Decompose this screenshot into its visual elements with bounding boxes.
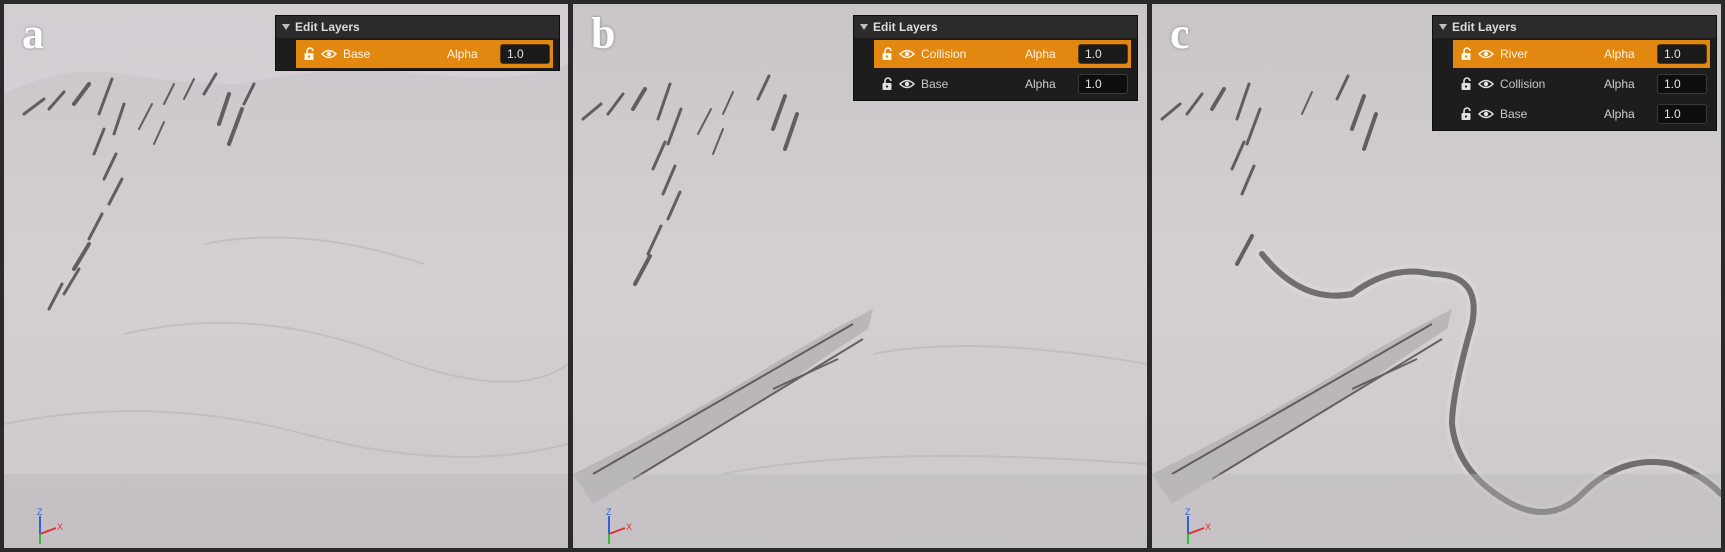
alpha-input[interactable]: 1.0 — [1657, 104, 1707, 124]
edit-layers-header[interactable]: Edit Layers — [854, 16, 1137, 38]
alpha-input[interactable]: 1.0 — [1078, 44, 1128, 64]
layer-name: Base — [1500, 107, 1528, 121]
axis-gizmo: Z X — [1185, 507, 1211, 544]
unlock-icon[interactable] — [1460, 107, 1474, 121]
unlock-icon[interactable] — [1460, 47, 1474, 61]
layer-row-base[interactable]: Base Alpha 1.0 — [874, 70, 1131, 98]
alpha-label: Alpha — [1604, 47, 1635, 61]
panel-label-b: b — [591, 9, 616, 58]
unlock-icon[interactable] — [881, 77, 895, 91]
layer-row-collision[interactable]: Collision Alpha 1.0 — [874, 40, 1131, 68]
alpha-label: Alpha — [447, 47, 478, 61]
alpha-label: Alpha — [1604, 77, 1635, 91]
eye-icon[interactable] — [899, 48, 915, 60]
layer-row-collision[interactable]: Collision Alpha 1.0 — [1453, 70, 1710, 98]
unlock-icon[interactable] — [881, 47, 895, 61]
layer-row-river[interactable]: River Alpha 1.0 — [1453, 40, 1710, 68]
unlock-icon[interactable] — [1460, 77, 1474, 91]
alpha-label: Alpha — [1025, 77, 1056, 91]
x-axis-line — [608, 527, 626, 535]
eye-icon[interactable] — [1478, 48, 1494, 60]
alpha-label: Alpha — [1604, 107, 1635, 121]
caret-down-icon[interactable] — [860, 23, 868, 30]
alpha-input[interactable]: 1.0 — [1657, 44, 1707, 64]
x-axis-label: X — [626, 522, 632, 532]
panel-label-a: a — [22, 9, 44, 58]
caret-down-icon[interactable] — [282, 23, 290, 30]
x-axis-label: X — [1205, 522, 1211, 532]
edit-layers-panel: Edit Layers Collision Alpha 1.0 Base Alp… — [853, 15, 1138, 101]
figure: a Edit Layers Base Alpha 1.0 Z X b Edit … — [0, 0, 1725, 552]
layer-name: Collision — [921, 47, 967, 61]
edit-layers-title: Edit Layers — [295, 20, 360, 34]
layer-name: River — [1500, 47, 1529, 61]
edit-layers-panel: Edit Layers River Alpha 1.0 Collision Al… — [1432, 15, 1717, 131]
layer-name: Base — [921, 77, 949, 91]
x-axis-label: X — [57, 522, 63, 532]
axis-gizmo: Z X — [606, 507, 632, 544]
layer-name: Collision — [1500, 77, 1546, 91]
alpha-input[interactable]: 1.0 — [1657, 74, 1707, 94]
z-axis-label: Z — [37, 507, 43, 517]
alpha-input[interactable]: 1.0 — [1078, 74, 1128, 94]
z-axis-label: Z — [606, 507, 612, 517]
x-axis-line — [39, 527, 57, 535]
viewport-c[interactable]: c Edit Layers River Alpha 1.0 Collision … — [1152, 4, 1721, 548]
edit-layers-header[interactable]: Edit Layers — [1433, 16, 1716, 38]
alpha-input[interactable]: 1.0 — [500, 44, 550, 64]
edit-layers-header[interactable]: Edit Layers — [276, 16, 559, 38]
eye-icon[interactable] — [1478, 108, 1494, 120]
edit-layers-title: Edit Layers — [1452, 20, 1517, 34]
viewport-a[interactable]: a Edit Layers Base Alpha 1.0 Z X — [4, 4, 568, 548]
layer-row-base[interactable]: Base Alpha 1.0 — [1453, 100, 1710, 128]
z-axis-label: Z — [1185, 507, 1191, 517]
terrain-render-a — [4, 4, 568, 548]
panel-label-c: c — [1170, 9, 1190, 58]
unlock-icon[interactable] — [303, 47, 317, 61]
layer-row-base[interactable]: Base Alpha 1.0 — [296, 40, 553, 68]
edit-layers-panel: Edit Layers Base Alpha 1.0 — [275, 15, 560, 71]
axis-gizmo: Z X — [37, 507, 63, 544]
eye-icon[interactable] — [321, 48, 337, 60]
eye-icon[interactable] — [1478, 78, 1494, 90]
eye-icon[interactable] — [899, 78, 915, 90]
alpha-label: Alpha — [1025, 47, 1056, 61]
x-axis-line — [1187, 527, 1205, 535]
layer-name: Base — [343, 47, 371, 61]
edit-layers-title: Edit Layers — [873, 20, 938, 34]
caret-down-icon[interactable] — [1439, 23, 1447, 30]
viewport-b[interactable]: b Edit Layers Collision Alpha 1.0 Base A… — [573, 4, 1147, 548]
